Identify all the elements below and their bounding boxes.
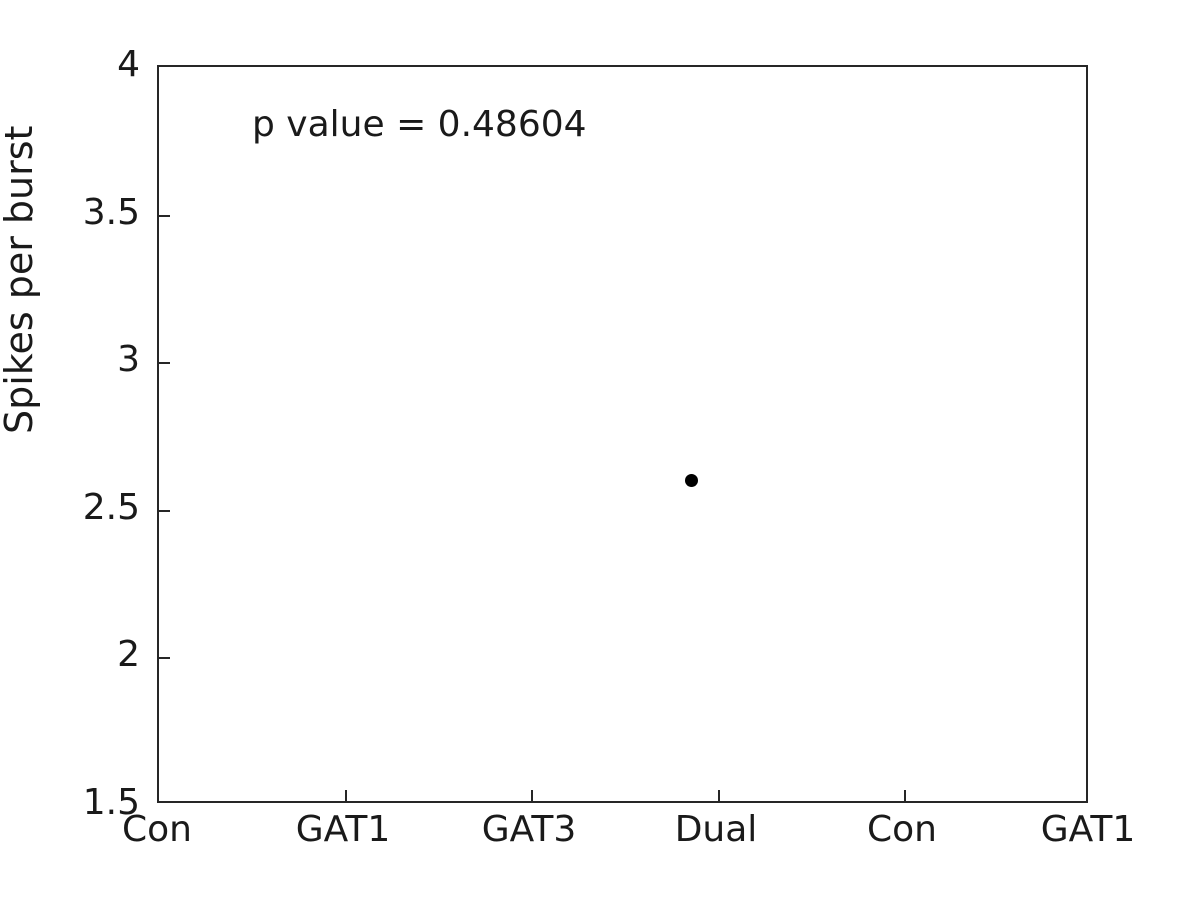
y-tick-label: 1.5: [82, 782, 140, 823]
x-tick-label: Con: [122, 809, 192, 850]
y-axis-tick: [159, 510, 170, 512]
x-tick-label: GAT1: [1040, 809, 1136, 850]
y-axis-label: Spikes per burst: [0, 125, 41, 434]
x-tick-label: GAT3: [481, 809, 577, 850]
y-tick-label: 2: [117, 634, 140, 675]
y-axis-tick: [159, 215, 170, 217]
y-axis-tick: [159, 657, 170, 659]
x-axis-tick: [345, 790, 347, 801]
x-tick-label: GAT1: [295, 809, 391, 850]
y-axis-tick: [159, 362, 170, 364]
x-tick-label: Con: [867, 809, 937, 850]
plot-area: p value = 0.48604: [157, 65, 1088, 803]
x-axis-tick: [718, 790, 720, 801]
x-axis-tick: [531, 790, 533, 801]
y-tick-label: 4: [117, 44, 140, 85]
y-tick-label: 2.5: [82, 487, 140, 528]
y-tick-label: 3: [117, 339, 140, 380]
y-tick-label: 3.5: [82, 192, 140, 233]
data-point: [685, 473, 699, 487]
x-tick-label: Dual: [674, 809, 758, 850]
p-value-annotation: p value = 0.48604: [252, 104, 587, 145]
x-axis-tick: [904, 790, 906, 801]
figure-canvas: Spikes per burst 1.5 2 2.5 3 3.5 4 Con G…: [0, 0, 1200, 900]
